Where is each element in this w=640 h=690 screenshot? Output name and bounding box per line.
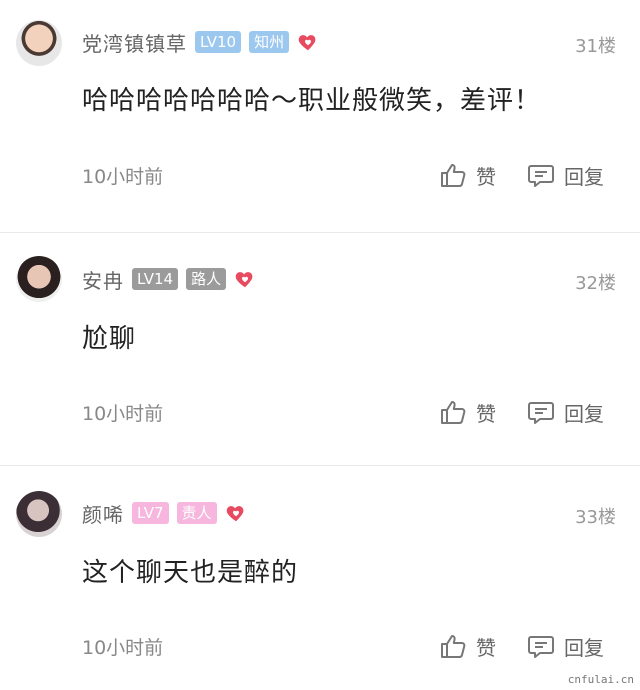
floor-number: 33楼: [575, 507, 616, 528]
heart-icon: [298, 35, 316, 51]
reply-button[interactable]: 回复: [526, 160, 604, 190]
timestamp: 10小时前: [82, 403, 164, 425]
comment-item: 安冉 LV14 路人 32楼 尬聊 10小时前 赞 回复: [0, 232, 640, 465]
comment-text: 哈哈哈哈哈哈哈～职业般微笑，差评！: [82, 86, 542, 116]
thumbs-up-icon: [441, 164, 466, 187]
timestamp: 10小时前: [82, 166, 164, 188]
comment-bubble-icon: [528, 636, 554, 658]
avatar[interactable]: [16, 20, 62, 66]
comment-item: 党湾镇镇草 LV10 知州 31楼 哈哈哈哈哈哈哈～职业般微笑，差评！ 10小时…: [0, 0, 640, 232]
comment-meta: 党湾镇镇草 LV10 知州: [82, 28, 319, 57]
thumbs-up-icon: [441, 635, 466, 658]
reply-button[interactable]: 回复: [526, 631, 604, 661]
like-button[interactable]: 赞: [438, 160, 496, 190]
like-label: 赞: [476, 164, 496, 189]
like-button[interactable]: 赞: [438, 631, 496, 661]
comment-bubble-icon: [528, 165, 554, 187]
comment-actions: 赞 回复: [438, 631, 604, 661]
floor-number: 31楼: [575, 36, 616, 57]
comment-text: 尬聊: [82, 324, 137, 354]
reply-label: 回复: [564, 635, 604, 660]
title-badge: 路人: [186, 268, 227, 290]
like-button[interactable]: 赞: [438, 397, 496, 427]
comment-item: 颜唏 LV7 责人 33楼 这个聊天也是醉的 10小时前 赞 回复: [0, 465, 640, 690]
level-badge: LV7: [132, 502, 169, 524]
heart-icon: [226, 506, 243, 522]
thumbs-up-icon: [441, 401, 466, 424]
level-badge: LV10: [195, 31, 242, 53]
like-label: 赞: [476, 401, 496, 426]
reply-button[interactable]: 回复: [526, 397, 604, 427]
comment-actions: 赞 回复: [438, 160, 604, 190]
avatar[interactable]: [16, 256, 62, 302]
heart-icon: [235, 272, 253, 288]
comment-actions: 赞 回复: [438, 397, 604, 427]
timestamp: 10小时前: [82, 637, 164, 659]
reply-label: 回复: [564, 401, 604, 426]
level-badge: LV14: [132, 268, 179, 290]
comment-bubble-icon: [528, 402, 554, 424]
title-badge: 知州: [249, 31, 290, 53]
username[interactable]: 颜唏: [82, 499, 124, 528]
like-label: 赞: [476, 635, 496, 660]
title-badge: 责人: [176, 502, 217, 524]
username[interactable]: 安冉: [82, 265, 124, 294]
comment-meta: 安冉 LV14 路人: [82, 265, 256, 294]
username[interactable]: 党湾镇镇草: [82, 28, 187, 57]
avatar[interactable]: [16, 491, 62, 537]
comment-text: 这个聊天也是醉的: [82, 558, 299, 588]
reply-label: 回复: [564, 164, 604, 189]
watermark: cnfulai.cn: [567, 673, 634, 686]
floor-number: 32楼: [575, 273, 616, 294]
comment-meta: 颜唏 LV7 责人: [82, 499, 247, 528]
